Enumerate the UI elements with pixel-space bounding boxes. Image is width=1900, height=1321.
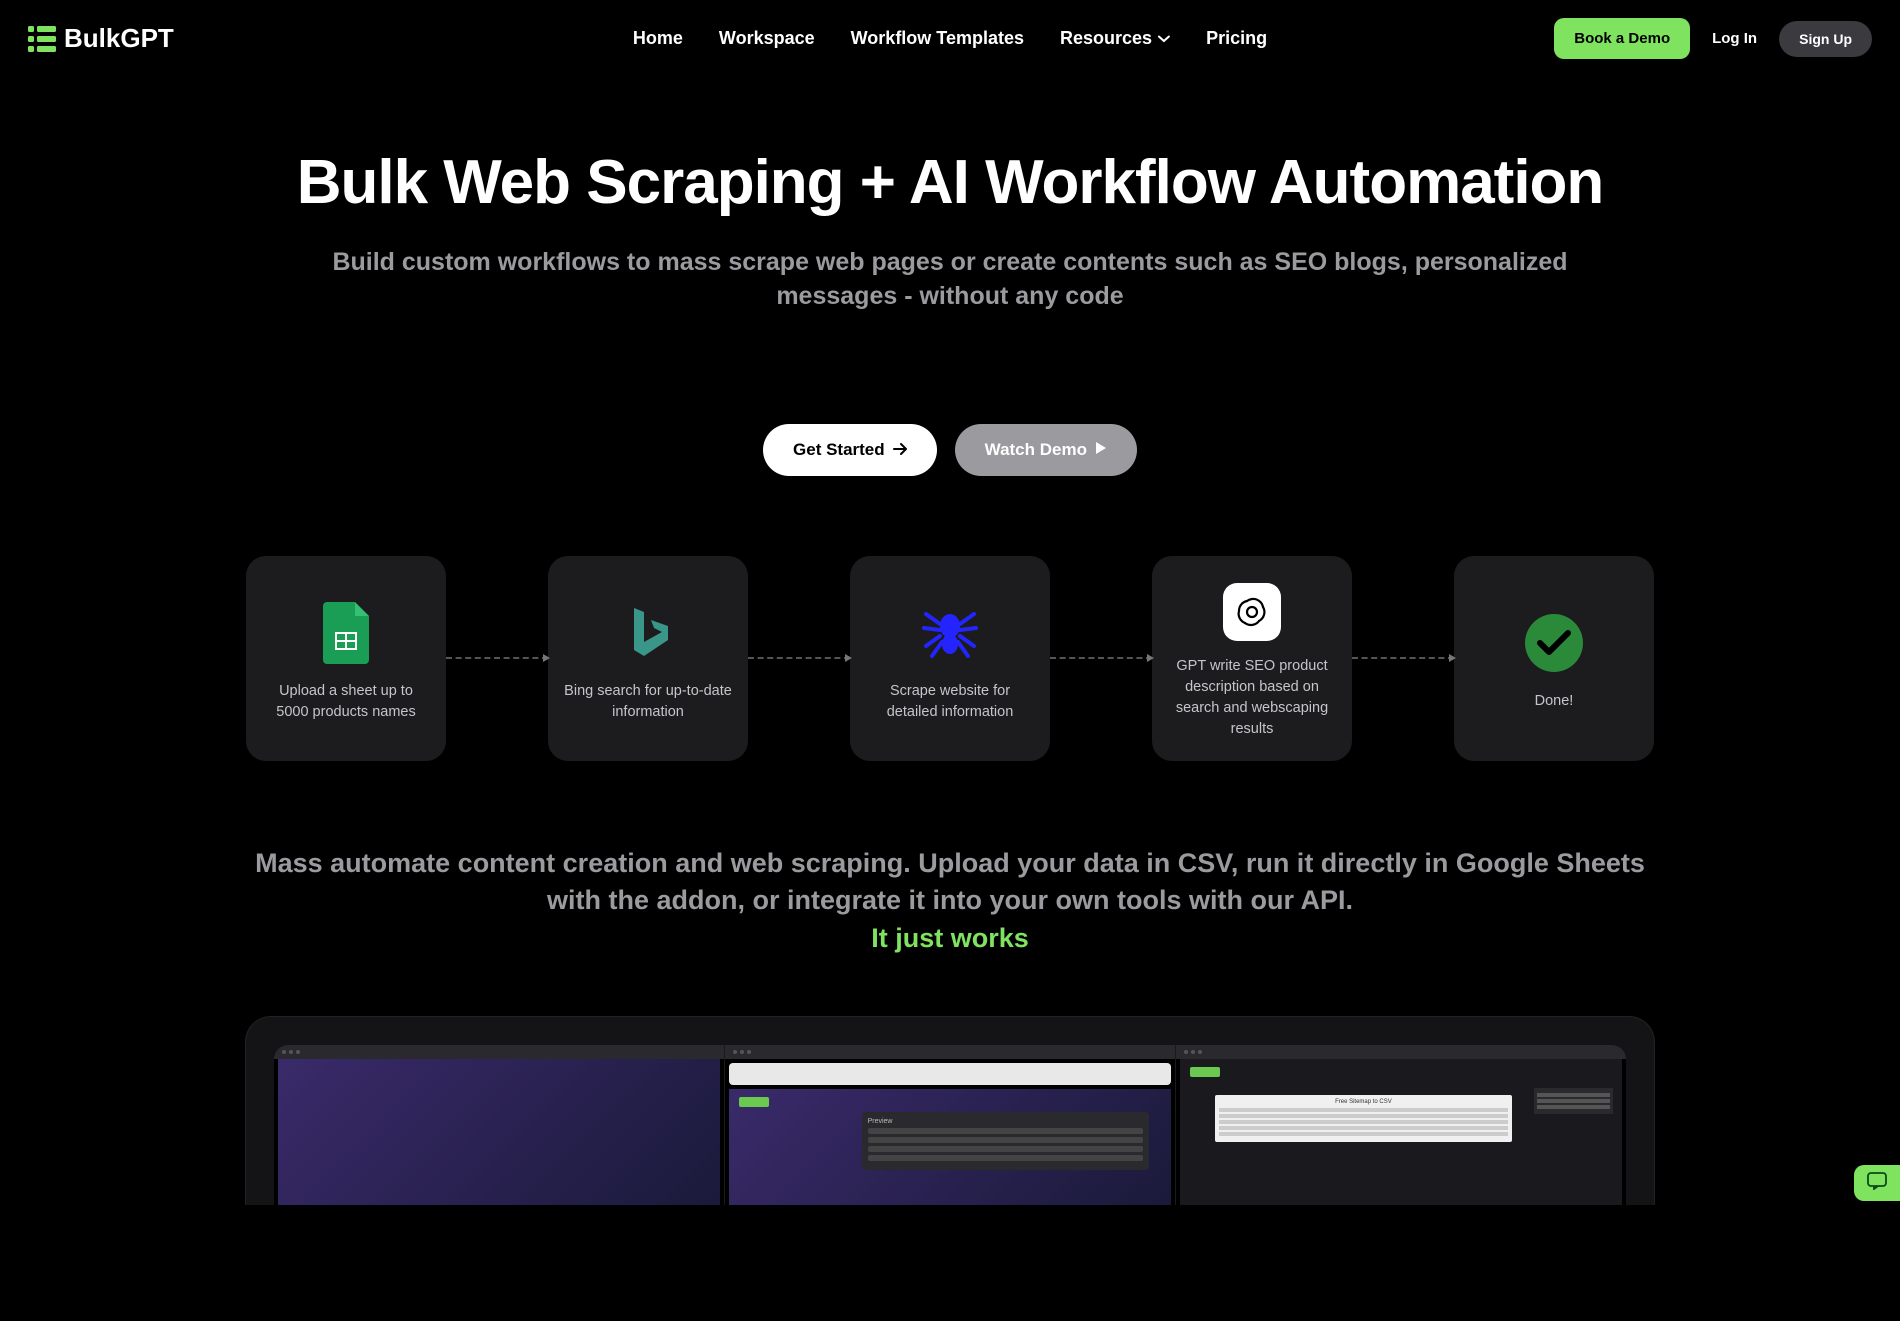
book-demo-button[interactable]: Book a Demo [1554,18,1690,59]
step-card-gpt: GPT write SEO product description based … [1152,556,1352,761]
flow-connector [446,657,548,659]
step-label: Upload a sheet up to 5000 products names [262,681,430,723]
chat-fab[interactable] [1854,1165,1900,1201]
nav-workspace[interactable]: Workspace [719,28,815,49]
workflow-steps: Upload a sheet up to 5000 products names… [0,556,1900,761]
step-card-upload: Upload a sheet up to 5000 products names [246,556,446,761]
logo-icon [28,26,56,52]
step-label: Bing search for up-to-date information [564,681,732,723]
get-started-button[interactable]: Get Started [763,424,937,476]
watch-demo-button[interactable]: Watch Demo [955,424,1137,476]
step-card-scrape: Scrape website for detailed information [850,556,1050,761]
openai-icon [1223,576,1281,649]
hero-section: Bulk Web Scraping + AI Workflow Automati… [0,77,1900,476]
nav-pricing[interactable]: Pricing [1206,28,1267,49]
flow-connector [1352,657,1454,659]
step-card-bing: Bing search for up-to-date information [548,556,748,761]
login-link[interactable]: Log In [1712,30,1757,47]
play-icon [1095,440,1107,460]
brand-name: BulkGPT [64,23,174,54]
demo-screenshot-panel: Preview Free Sitemap to CSV [245,1016,1655,1205]
step-label: Done! [1535,691,1574,712]
header-actions: Book a Demo Log In Sign Up [1554,18,1872,59]
hero-ctas: Get Started Watch Demo [40,424,1860,476]
site-header: BulkGPT Home Workspace Workflow Template… [0,0,1900,77]
sheets-icon [323,593,369,673]
demo-col-right: Free Sitemap to CSV [1176,1045,1626,1205]
chat-icon [1867,1172,1887,1195]
flow-connector [1050,657,1152,659]
step-card-done: Done! [1454,556,1654,761]
nav-templates[interactable]: Workflow Templates [851,28,1024,49]
brand-logo[interactable]: BulkGPT [28,23,174,54]
mid-copy: Mass automate content creation and web s… [0,845,1900,958]
flow-connector [748,657,850,659]
bing-icon [624,593,672,673]
step-label: Scrape website for detailed information [866,681,1034,723]
mid-highlight: It just works [250,920,1650,958]
hero-title: Bulk Web Scraping + AI Workflow Automati… [40,147,1860,218]
demo-col-center: Preview [725,1045,1176,1205]
spider-icon [918,593,982,673]
main-nav: Home Workspace Workflow Templates Resour… [633,28,1267,49]
arrow-right-icon [893,440,907,460]
demo-screenshot: Preview Free Sitemap to CSV [274,1045,1626,1205]
chevron-down-icon [1158,33,1170,45]
preview-label: Preview [868,1118,1143,1125]
check-circle-icon [1525,603,1583,683]
csv-panel-title: Free Sitemap to CSV [1219,1099,1507,1105]
nav-resources[interactable]: Resources [1060,28,1170,49]
hero-subtitle: Build custom workflows to mass scrape we… [300,246,1600,314]
step-label: GPT write SEO product description based … [1168,656,1336,740]
signup-button[interactable]: Sign Up [1779,21,1872,57]
nav-home[interactable]: Home [633,28,683,49]
mid-text: Mass automate content creation and web s… [250,845,1650,921]
demo-col-left [274,1045,725,1205]
